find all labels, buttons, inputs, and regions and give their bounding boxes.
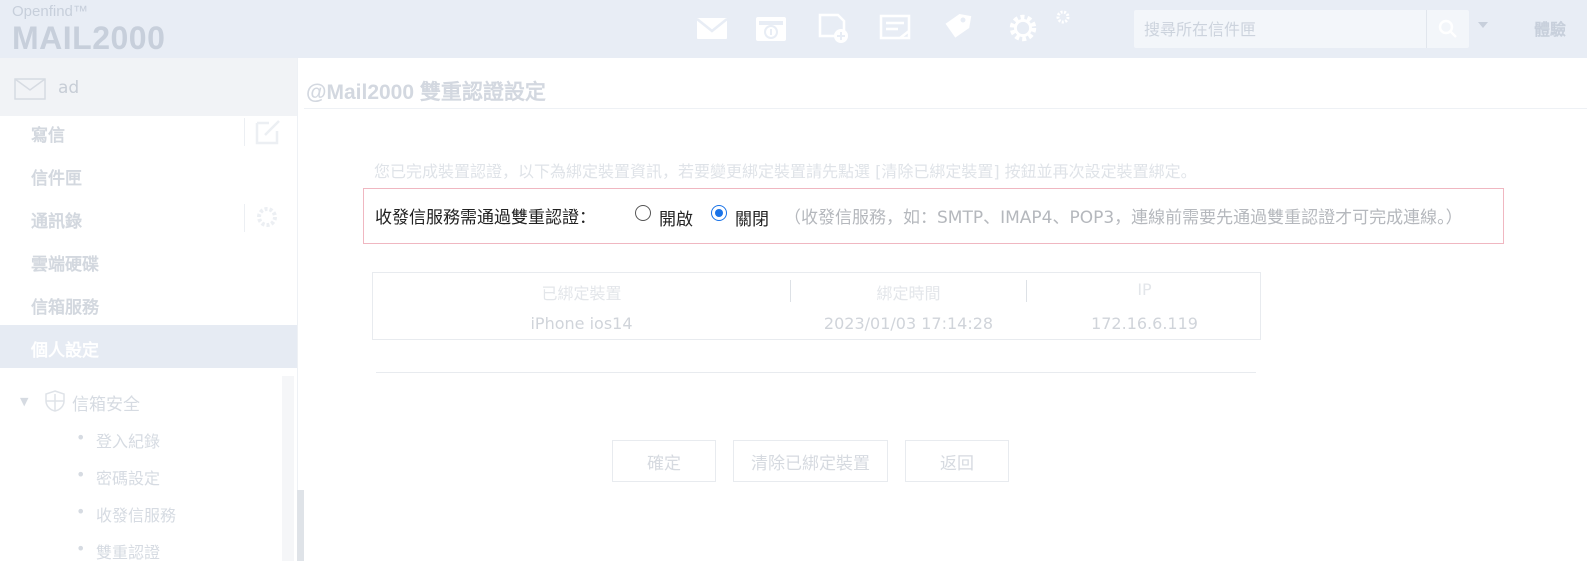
top-bar: Openfind™ MAIL2000 體驗 — [0, 0, 1587, 58]
shield-icon — [45, 390, 65, 412]
page-title: @Mail2000 雙重認證設定 — [306, 81, 546, 104]
two-factor-label: 收發信服務需通過雙重認證： — [375, 208, 596, 228]
divider — [244, 204, 245, 232]
account-name: ad — [58, 78, 80, 98]
sidebar-item-folders[interactable]: 信件匣 — [0, 153, 297, 196]
external-compose-icon[interactable] — [253, 117, 283, 147]
sidebar-item-contacts[interactable]: 通訊錄 — [0, 196, 297, 239]
panel-splitter[interactable] — [297, 490, 304, 561]
envelope-icon — [14, 78, 46, 100]
search-button[interactable] — [1426, 10, 1469, 48]
bound-devices-table: 已綁定裝置 綁定時間 IP iPhone ios14 2023/01/03 17… — [372, 272, 1261, 340]
contacts-settings-icon[interactable] — [253, 203, 281, 231]
sidebar-item-cloud-drive[interactable]: 雲端硬碟 — [0, 239, 297, 282]
brand-small: Openfind™ — [12, 3, 88, 20]
tree-item-label: 登入紀錄 — [96, 432, 161, 451]
content-divider — [376, 372, 1256, 373]
table-header-time: 綁定時間 — [876, 284, 941, 303]
sidebar-item-personal-settings[interactable]: 個人設定 — [0, 325, 297, 368]
title-divider — [304, 108, 1587, 109]
clear-bound-device-button[interactable]: 清除已綁定裝置 — [733, 440, 888, 482]
tree-section-label: 信箱安全 — [72, 395, 140, 415]
sidebar-item-mailbox-service[interactable]: 信箱服務 — [0, 282, 297, 325]
note-icon[interactable] — [878, 12, 912, 44]
sidebar-item-label: 雲端硬碟 — [31, 255, 99, 275]
bound-device-notice: 您已完成裝置認證，以下為綁定裝置資訊，若要變更綁定裝置請先點選 [清除已綁定裝置… — [374, 162, 1197, 181]
table-header-device: 已綁定裝置 — [541, 284, 622, 303]
sidebar: ad 寫信 信件匣 通訊錄 雲端硬碟 信箱服務 個人設定 ▼ 信箱安全 登入紀錄… — [0, 58, 298, 562]
search-dropdown-icon[interactable] — [1478, 22, 1488, 28]
sidebar-item-label: 通訊錄 — [31, 212, 82, 232]
tree-item-label: 收發信服務 — [96, 506, 177, 525]
two-factor-option-box: 收發信服務需通過雙重認證： 開啟 關閉 （收發信服務，如：SMTP、IMAP4、… — [363, 188, 1504, 244]
collapse-arrow-icon[interactable]: ▼ — [20, 395, 28, 408]
inbox-icon[interactable] — [754, 12, 788, 44]
tag-icon[interactable] — [941, 12, 975, 44]
new-document-icon[interactable] — [816, 12, 850, 44]
brand-logo[interactable]: MAIL2000 — [12, 20, 165, 57]
search-icon — [1438, 19, 1457, 38]
two-factor-note: （收發信服務，如：SMTP、IMAP4、POP3，連線前需要先通過雙重認證才可完… — [784, 208, 1463, 228]
search-input[interactable] — [1134, 10, 1424, 48]
sidebar-item-compose[interactable]: 寫信 — [0, 110, 297, 153]
small-gear-icon[interactable] — [1054, 8, 1072, 26]
sidebar-item-label: 個人設定 — [31, 341, 99, 361]
back-button[interactable]: 返回 — [905, 440, 1009, 482]
confirm-button[interactable]: 確定 — [612, 440, 716, 482]
mail-icon[interactable] — [695, 12, 729, 44]
account-bar: ad — [0, 58, 297, 116]
sidebar-scrollbar[interactable] — [282, 376, 294, 561]
gear-icon[interactable] — [1005, 12, 1041, 44]
radio-enable-label[interactable]: 開啟 — [659, 205, 693, 230]
table-cell-ip: 172.16.6.119 — [1091, 314, 1198, 333]
tree-item-label: 雙重認證 — [96, 543, 161, 562]
search-box — [1134, 10, 1469, 48]
tree-item-label: 密碼設定 — [96, 469, 161, 488]
radio-disable[interactable] — [711, 205, 727, 221]
divider — [244, 118, 245, 146]
radio-disable-label[interactable]: 關閉 — [735, 205, 769, 230]
table-cell-time: 2023/01/03 17:14:28 — [823, 314, 994, 333]
language-switch[interactable]: 體驗 — [1534, 16, 1566, 40]
sidebar-item-label: 信箱服務 — [31, 298, 99, 318]
table-cell-device: iPhone ios14 — [530, 314, 633, 333]
table-header-ip: IP — [1137, 280, 1152, 299]
sidebar-item-label: 信件匣 — [31, 169, 82, 189]
radio-enable[interactable] — [635, 205, 651, 221]
sidebar-item-label: 寫信 — [31, 126, 65, 146]
